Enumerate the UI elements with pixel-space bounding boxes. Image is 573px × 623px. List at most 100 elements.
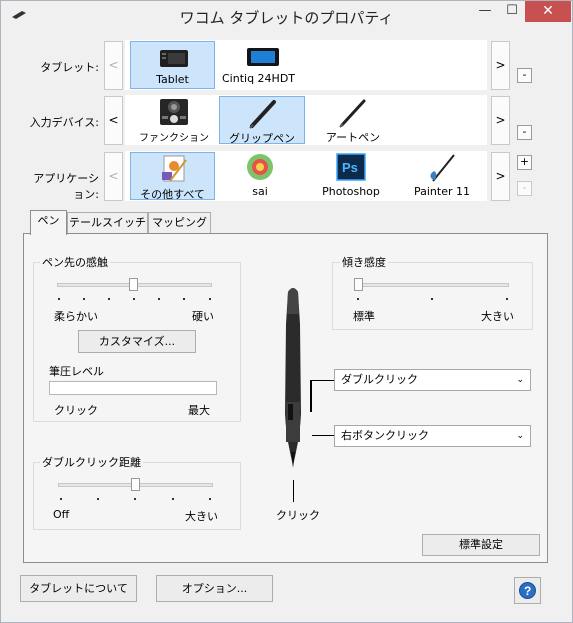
remove-input-device-button[interactable]: - (517, 125, 532, 140)
double-click-distance-title: ダブルクリック距離 (40, 454, 143, 470)
options-button[interactable]: オプション... (156, 575, 273, 602)
title-bar: ワコム タブレットのプロパティ — ☐ ✕ (1, 1, 572, 31)
tablet-strip: Tablet Cintiq 24HDT (125, 40, 487, 90)
tick (506, 298, 508, 300)
maximize-button[interactable]: ☐ (499, 1, 525, 22)
upper-button-leader (312, 380, 334, 381)
upper-button-select[interactable]: ダブルクリック ⌄ (334, 369, 531, 391)
application-item-photoshop[interactable]: Ps Photoshop (305, 152, 397, 200)
application-nav-left[interactable]: < (104, 152, 123, 201)
help-button[interactable]: ? (514, 577, 541, 604)
application-item-label: Photoshop (322, 185, 380, 198)
tick (97, 498, 99, 500)
remove-tablet-button[interactable]: - (517, 68, 532, 83)
tick (183, 298, 185, 300)
application-item-sai[interactable]: sai (217, 152, 303, 200)
chevron-down-icon: ⌄ (516, 431, 524, 441)
close-button[interactable]: ✕ (525, 1, 571, 22)
tablet-item-cintiq[interactable]: Cintiq 24HDT (217, 41, 309, 89)
tablet-icon (160, 50, 188, 67)
pressure-max-label: 最大 (188, 404, 210, 417)
double-click-large-label: 大きい (185, 510, 218, 523)
art-pen-icon (339, 99, 366, 128)
functions-icon (160, 99, 188, 125)
application-item-label: sai (252, 185, 268, 198)
remove-application-button[interactable]: - (517, 181, 532, 196)
upper-button-leader (310, 380, 312, 412)
input-device-strip: ファンクション グリップペン アートペン (125, 95, 487, 145)
tablet-item-label: Cintiq 24HDT (222, 72, 296, 85)
tick (133, 298, 135, 300)
tip-feel-soft-label: 柔らかい (54, 310, 98, 323)
tick (83, 298, 85, 300)
minimize-button[interactable]: — (472, 1, 498, 22)
application-item-all[interactable]: その他すべて (130, 152, 215, 201)
tick (134, 498, 136, 500)
input-device-nav-right[interactable]: > (491, 96, 510, 145)
tip-feel-firm-label: 硬い (192, 310, 214, 323)
about-button[interactable]: タブレットについて (20, 575, 137, 602)
tick (209, 298, 211, 300)
tick (60, 498, 62, 500)
chevron-down-icon: ⌄ (516, 375, 524, 385)
tilt-slider-track[interactable] (354, 283, 509, 287)
grip-pen-illustration (285, 288, 301, 468)
input-device-item-grip-pen[interactable]: グリップペン (219, 96, 305, 145)
default-button[interactable]: 標準設定 (422, 534, 540, 556)
input-device-nav-left[interactable]: < (104, 96, 123, 145)
help-icon-text: ? (524, 584, 531, 598)
tick (58, 298, 60, 300)
tab-pen[interactable]: ペン (30, 210, 67, 235)
double-click-slider-thumb[interactable] (131, 478, 140, 491)
photoshop-icon-text: Ps (342, 160, 358, 175)
cintiq-display-icon (247, 48, 279, 66)
input-device-item-functions[interactable]: ファンクション (130, 96, 218, 144)
tilt-high-label: 大きい (481, 310, 514, 323)
tick (357, 298, 359, 300)
pen-tab-panel: ペン先の感触 柔らかい 硬い カスタマイズ... 筆圧レベル クリック 最大 傾… (23, 233, 548, 563)
painter-icon (430, 154, 455, 182)
grip-pen-icon (249, 100, 276, 129)
tick (209, 498, 211, 500)
tip-feel-slider-thumb[interactable] (129, 278, 138, 291)
tick (172, 498, 174, 500)
add-application-button[interactable]: + (517, 155, 532, 170)
tablet-nav-right[interactable]: > (491, 41, 510, 90)
tick (431, 298, 433, 300)
input-device-row-label: 入力デバイス: (29, 116, 99, 129)
pressure-level-label: 筆圧レベル (49, 365, 104, 378)
tab-mapping[interactable]: マッピング (148, 212, 211, 234)
tablet-nav-left[interactable]: < (104, 41, 123, 90)
help-icon: ? (519, 582, 536, 599)
application-row-label: アプリケーション: (33, 172, 99, 201)
all-apps-icon (162, 155, 187, 182)
photoshop-icon: Ps (336, 153, 366, 181)
tip-leader (293, 480, 294, 502)
application-item-label: その他すべて (140, 188, 205, 201)
tablet-row-label: タブレット: (40, 61, 99, 74)
tilt-normal-label: 標準 (353, 310, 375, 323)
lower-button-value: 右ボタンクリック (341, 429, 429, 442)
customize-button[interactable]: カスタマイズ... (78, 330, 196, 353)
tip-feel-title: ペン先の感触 (40, 254, 110, 270)
lower-button-leader (312, 435, 334, 436)
tablet-item-tablet[interactable]: Tablet (130, 41, 215, 89)
tick (108, 298, 110, 300)
tick (158, 298, 160, 300)
window: ワコム タブレットのプロパティ — ☐ ✕ タブレット: < Tablet Ci… (0, 0, 573, 623)
input-device-item-label: グリップペン (229, 132, 295, 145)
tilt-slider-thumb[interactable] (354, 278, 363, 291)
application-strip: その他すべて sai Ps Photoshop Painter 11 (125, 151, 487, 201)
tilt-sensitivity-title: 傾き感度 (340, 254, 388, 270)
tip-action-label[interactable]: クリック (276, 507, 320, 523)
tab-tail-switch[interactable]: テールスイッチ (67, 212, 148, 234)
sai-icon (247, 154, 273, 180)
application-nav-right[interactable]: > (491, 152, 510, 201)
input-device-item-label: アートペン (325, 131, 381, 144)
double-click-off-label: Off (53, 508, 70, 521)
application-item-label: Painter 11 (413, 185, 470, 198)
upper-button-value: ダブルクリック (341, 373, 418, 386)
application-item-painter[interactable]: Painter 11 (398, 152, 486, 200)
lower-button-select[interactable]: 右ボタンクリック ⌄ (334, 425, 531, 447)
input-device-item-art-pen[interactable]: アートペン (307, 96, 399, 144)
